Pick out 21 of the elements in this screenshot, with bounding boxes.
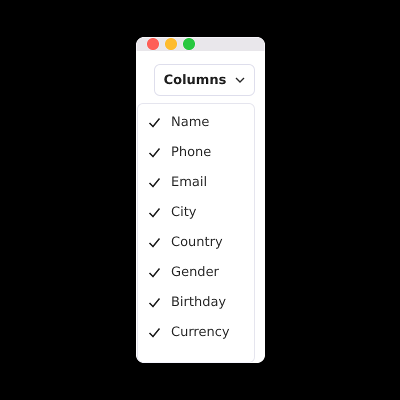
column-label: Name [171, 114, 210, 130]
column-menu-item[interactable]: Gender [138, 257, 254, 287]
chevron-down-icon [235, 77, 246, 83]
maximize-button[interactable] [183, 38, 195, 50]
columns-dropdown-button[interactable]: Columns [154, 64, 255, 96]
column-menu-item[interactable]: Currency [138, 317, 254, 347]
column-label: City [171, 204, 196, 220]
column-label: Country [171, 234, 223, 250]
minimize-button[interactable] [165, 38, 177, 50]
column-label: Birthday [171, 294, 226, 310]
column-menu-item[interactable]: Name [138, 107, 254, 137]
column-menu-item[interactable]: Phone [138, 137, 254, 167]
close-button[interactable] [147, 38, 159, 50]
column-label: Email [171, 174, 208, 190]
column-label: Phone [171, 144, 212, 160]
column-menu-item[interactable]: City [138, 197, 254, 227]
column-menu-item[interactable]: Country [138, 227, 254, 257]
column-label: Gender [171, 264, 219, 280]
column-menu-item[interactable]: Email [138, 167, 254, 197]
column-label: Currency [171, 324, 230, 340]
column-menu-item[interactable]: Birthday [138, 287, 254, 317]
